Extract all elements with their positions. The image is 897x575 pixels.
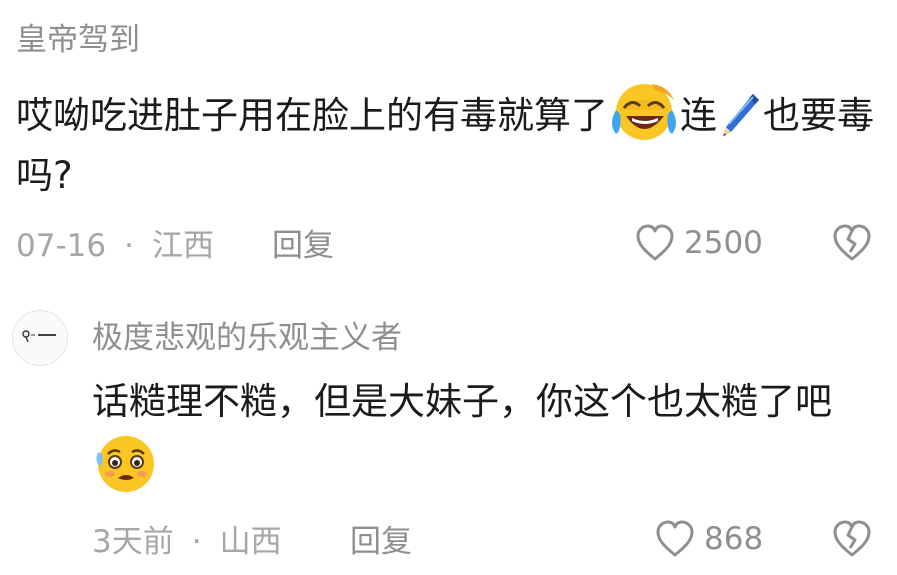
comment-text: 哎呦吃进肚子用在脸上的有毒就算了 连 也要毒吗? — [16, 80, 886, 206]
pen-emoji-icon — [717, 90, 763, 142]
laughing-crying-emoji-icon — [608, 80, 680, 142]
like-count: 868 — [704, 521, 764, 557]
comment: 皇帝驾到 哎呦吃进肚子用在脸上的有毒就算了 连 也要毒吗? 07-16 · 江西… — [0, 0, 897, 285]
comment-date: 07-16 — [16, 228, 107, 264]
meta-separator: · — [191, 524, 202, 560]
dislike-button[interactable] — [830, 222, 874, 264]
avatar-icon — [20, 326, 60, 350]
comment-text-part: 哎呦吃进肚子用在脸上的有毒就算了 — [16, 94, 608, 137]
broken-heart-icon — [830, 518, 874, 564]
comment-location: 山西 — [219, 524, 282, 560]
comment-text: 话糙理不糙，但是大妹子，你这个也太糙了吧 — [92, 372, 882, 498]
like-count: 2500 — [684, 225, 763, 261]
comment-date: 3天前 — [92, 524, 174, 560]
dislike-button[interactable] — [830, 518, 874, 560]
comment-reply: 极度悲观的乐观主义者 话糙理不糙，但是大妹子，你这个也太糙了吧 3天前 · 山西 回… — [0, 290, 897, 575]
pleading-sweat-emoji-icon — [92, 432, 158, 494]
comment-username[interactable]: 皇帝驾到 — [16, 20, 140, 60]
like-button[interactable]: 2500 — [634, 222, 763, 264]
comment-text-part: 话糙理不糙，但是大妹子，你这个也太糙了吧 — [92, 380, 832, 423]
meta-separator: · — [124, 228, 134, 264]
like-button[interactable]: 868 — [654, 518, 763, 560]
comment-username[interactable]: 极度悲观的乐观主义者 — [92, 318, 402, 358]
reply-button[interactable]: 回复 — [350, 522, 412, 562]
heart-icon — [634, 222, 676, 264]
avatar[interactable] — [12, 310, 68, 366]
comment-meta: 07-16 · 江西 — [16, 226, 214, 266]
comment-meta: 3天前 · 山西 — [92, 522, 282, 562]
comment-location: 江西 — [151, 228, 214, 264]
heart-icon — [654, 518, 696, 560]
reply-button[interactable]: 回复 — [272, 226, 334, 266]
broken-heart-icon — [830, 222, 874, 268]
comment-text-part: 连 — [680, 94, 717, 137]
